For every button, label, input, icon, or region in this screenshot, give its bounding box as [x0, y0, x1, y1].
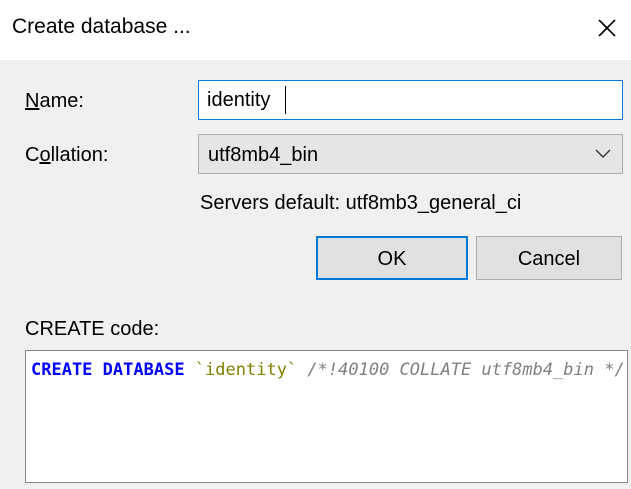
text-caret [285, 86, 286, 114]
name-input[interactable] [198, 80, 623, 120]
name-label: Name: [25, 89, 84, 113]
name-label-mnemonic: N [25, 90, 40, 112]
code-comment: /*!40100 COLLATE utf8mb4_bin */ [307, 360, 625, 380]
collation-value: utf8mb4_bin [208, 144, 319, 166]
collation-select[interactable]: utf8mb4_bin [198, 134, 623, 174]
code-identifier: `identity` [194, 360, 298, 380]
collation-label-mnemonic: o [39, 144, 51, 166]
name-label-text: ame: [39, 90, 84, 112]
create-code-label: CREATE code: [25, 318, 160, 340]
code-keyword-create: CREATE [31, 360, 93, 380]
chevron-down-icon [595, 149, 611, 159]
close-button[interactable] [592, 13, 622, 43]
create-database-dialog: Create database ... Name: Collation: utf… [0, 0, 631, 489]
collation-label-first: C [25, 144, 40, 166]
create-code-editor[interactable]: CREATE DATABASE `identity` /*!40100 COLL… [25, 350, 628, 483]
cancel-button[interactable]: Cancel [476, 236, 622, 280]
code-line: CREATE DATABASE `identity` /*!40100 COLL… [31, 359, 625, 381]
dialog-title: Create database ... [12, 15, 191, 38]
servers-default-text: Servers default: utf8mb3_general_ci [200, 192, 522, 214]
collation-label: Collation: [25, 143, 108, 167]
close-icon [592, 13, 622, 43]
title-bar: Create database ... [0, 0, 631, 60]
ok-button[interactable]: OK [316, 236, 468, 280]
collation-label-text: llation: [50, 144, 109, 166]
code-keyword-database: DATABASE [102, 360, 185, 380]
